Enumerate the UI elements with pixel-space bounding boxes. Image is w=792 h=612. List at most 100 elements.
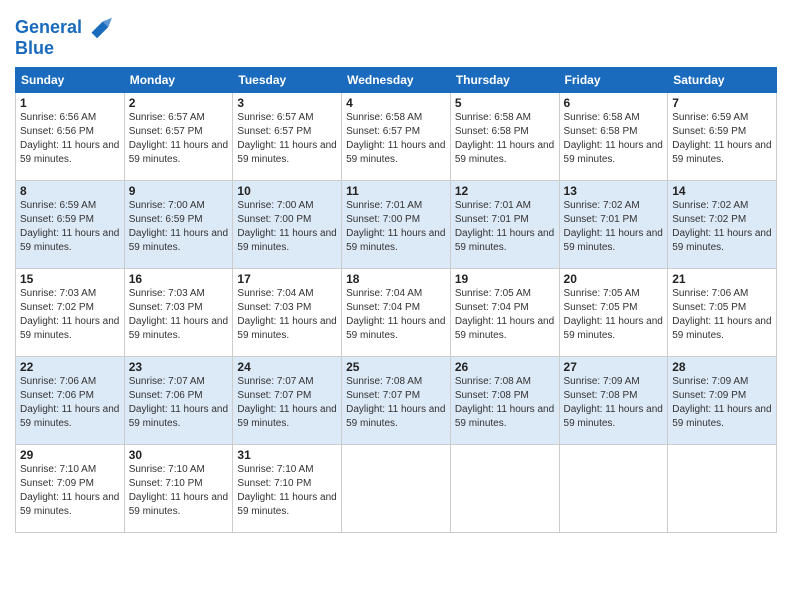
day-number: 1 (20, 96, 120, 110)
day-number: 17 (237, 272, 337, 286)
day-number: 26 (455, 360, 555, 374)
calendar-cell: 14Sunrise: 7:02 AMSunset: 7:02 PMDayligh… (668, 181, 777, 269)
calendar-cell: 13Sunrise: 7:02 AMSunset: 7:01 PMDayligh… (559, 181, 668, 269)
day-detail: Sunrise: 7:09 AMSunset: 7:08 PMDaylight:… (564, 375, 664, 431)
calendar-cell: 25Sunrise: 7:08 AMSunset: 7:07 PMDayligh… (342, 357, 451, 445)
day-detail: Sunrise: 7:03 AMSunset: 7:02 PMDaylight:… (20, 287, 120, 343)
calendar-cell: 1Sunrise: 6:56 AMSunset: 6:56 PMDaylight… (16, 93, 125, 181)
calendar-cell: 22Sunrise: 7:06 AMSunset: 7:06 PMDayligh… (16, 357, 125, 445)
day-number: 14 (672, 184, 772, 198)
calendar-cell: 24Sunrise: 7:07 AMSunset: 7:07 PMDayligh… (233, 357, 342, 445)
logo-icon (84, 14, 112, 42)
day-number: 13 (564, 184, 664, 198)
calendar-week-5: 29Sunrise: 7:10 AMSunset: 7:09 PMDayligh… (16, 445, 777, 533)
day-number: 20 (564, 272, 664, 286)
logo: General Blue (15, 14, 112, 59)
day-number: 19 (455, 272, 555, 286)
day-detail: Sunrise: 7:07 AMSunset: 7:06 PMDaylight:… (129, 375, 229, 431)
calendar-cell: 23Sunrise: 7:07 AMSunset: 7:06 PMDayligh… (124, 357, 233, 445)
day-detail: Sunrise: 7:10 AMSunset: 7:09 PMDaylight:… (20, 463, 120, 519)
day-number: 18 (346, 272, 446, 286)
calendar-cell (668, 445, 777, 533)
day-detail: Sunrise: 6:58 AMSunset: 6:58 PMDaylight:… (564, 111, 664, 167)
weekday-saturday: Saturday (668, 68, 777, 93)
day-detail: Sunrise: 7:02 AMSunset: 7:02 PMDaylight:… (672, 199, 772, 255)
day-number: 28 (672, 360, 772, 374)
day-detail: Sunrise: 7:01 AMSunset: 7:01 PMDaylight:… (455, 199, 555, 255)
weekday-friday: Friday (559, 68, 668, 93)
calendar-cell: 19Sunrise: 7:05 AMSunset: 7:04 PMDayligh… (450, 269, 559, 357)
weekday-monday: Monday (124, 68, 233, 93)
day-detail: Sunrise: 7:01 AMSunset: 7:00 PMDaylight:… (346, 199, 446, 255)
day-detail: Sunrise: 7:07 AMSunset: 7:07 PMDaylight:… (237, 375, 337, 431)
day-detail: Sunrise: 7:00 AMSunset: 6:59 PMDaylight:… (129, 199, 229, 255)
day-detail: Sunrise: 6:56 AMSunset: 6:56 PMDaylight:… (20, 111, 120, 167)
day-detail: Sunrise: 7:00 AMSunset: 7:00 PMDaylight:… (237, 199, 337, 255)
calendar-cell: 17Sunrise: 7:04 AMSunset: 7:03 PMDayligh… (233, 269, 342, 357)
calendar: SundayMondayTuesdayWednesdayThursdayFrid… (15, 67, 777, 533)
calendar-cell: 16Sunrise: 7:03 AMSunset: 7:03 PMDayligh… (124, 269, 233, 357)
day-number: 9 (129, 184, 229, 198)
weekday-header-row: SundayMondayTuesdayWednesdayThursdayFrid… (16, 68, 777, 93)
day-detail: Sunrise: 6:58 AMSunset: 6:58 PMDaylight:… (455, 111, 555, 167)
weekday-thursday: Thursday (450, 68, 559, 93)
logo-text: General (15, 18, 82, 38)
calendar-week-1: 1Sunrise: 6:56 AMSunset: 6:56 PMDaylight… (16, 93, 777, 181)
weekday-wednesday: Wednesday (342, 68, 451, 93)
weekday-sunday: Sunday (16, 68, 125, 93)
calendar-cell: 4Sunrise: 6:58 AMSunset: 6:57 PMDaylight… (342, 93, 451, 181)
day-number: 8 (20, 184, 120, 198)
day-number: 10 (237, 184, 337, 198)
day-detail: Sunrise: 7:05 AMSunset: 7:05 PMDaylight:… (564, 287, 664, 343)
page: General Blue SundayMondayTuesdayWednesda… (0, 0, 792, 612)
day-number: 7 (672, 96, 772, 110)
calendar-cell: 15Sunrise: 7:03 AMSunset: 7:02 PMDayligh… (16, 269, 125, 357)
day-number: 5 (455, 96, 555, 110)
calendar-cell: 20Sunrise: 7:05 AMSunset: 7:05 PMDayligh… (559, 269, 668, 357)
calendar-cell: 31Sunrise: 7:10 AMSunset: 7:10 PMDayligh… (233, 445, 342, 533)
header: General Blue (15, 10, 777, 59)
calendar-cell: 8Sunrise: 6:59 AMSunset: 6:59 PMDaylight… (16, 181, 125, 269)
calendar-cell: 27Sunrise: 7:09 AMSunset: 7:08 PMDayligh… (559, 357, 668, 445)
day-detail: Sunrise: 7:04 AMSunset: 7:03 PMDaylight:… (237, 287, 337, 343)
day-number: 30 (129, 448, 229, 462)
calendar-cell: 5Sunrise: 6:58 AMSunset: 6:58 PMDaylight… (450, 93, 559, 181)
day-number: 29 (20, 448, 120, 462)
day-detail: Sunrise: 7:08 AMSunset: 7:07 PMDaylight:… (346, 375, 446, 431)
day-detail: Sunrise: 7:10 AMSunset: 7:10 PMDaylight:… (237, 463, 337, 519)
calendar-week-4: 22Sunrise: 7:06 AMSunset: 7:06 PMDayligh… (16, 357, 777, 445)
calendar-week-2: 8Sunrise: 6:59 AMSunset: 6:59 PMDaylight… (16, 181, 777, 269)
day-detail: Sunrise: 6:59 AMSunset: 6:59 PMDaylight:… (20, 199, 120, 255)
day-detail: Sunrise: 7:04 AMSunset: 7:04 PMDaylight:… (346, 287, 446, 343)
day-detail: Sunrise: 7:09 AMSunset: 7:09 PMDaylight:… (672, 375, 772, 431)
weekday-tuesday: Tuesday (233, 68, 342, 93)
day-number: 31 (237, 448, 337, 462)
calendar-cell: 21Sunrise: 7:06 AMSunset: 7:05 PMDayligh… (668, 269, 777, 357)
day-number: 24 (237, 360, 337, 374)
calendar-cell: 3Sunrise: 6:57 AMSunset: 6:57 PMDaylight… (233, 93, 342, 181)
day-detail: Sunrise: 6:57 AMSunset: 6:57 PMDaylight:… (237, 111, 337, 167)
day-detail: Sunrise: 6:58 AMSunset: 6:57 PMDaylight:… (346, 111, 446, 167)
calendar-cell: 6Sunrise: 6:58 AMSunset: 6:58 PMDaylight… (559, 93, 668, 181)
calendar-week-3: 15Sunrise: 7:03 AMSunset: 7:02 PMDayligh… (16, 269, 777, 357)
calendar-cell: 9Sunrise: 7:00 AMSunset: 6:59 PMDaylight… (124, 181, 233, 269)
day-detail: Sunrise: 6:59 AMSunset: 6:59 PMDaylight:… (672, 111, 772, 167)
day-number: 2 (129, 96, 229, 110)
calendar-cell: 26Sunrise: 7:08 AMSunset: 7:08 PMDayligh… (450, 357, 559, 445)
day-number: 22 (20, 360, 120, 374)
calendar-cell: 28Sunrise: 7:09 AMSunset: 7:09 PMDayligh… (668, 357, 777, 445)
day-detail: Sunrise: 7:05 AMSunset: 7:04 PMDaylight:… (455, 287, 555, 343)
day-number: 16 (129, 272, 229, 286)
day-detail: Sunrise: 7:06 AMSunset: 7:06 PMDaylight:… (20, 375, 120, 431)
day-number: 3 (237, 96, 337, 110)
calendar-cell: 2Sunrise: 6:57 AMSunset: 6:57 PMDaylight… (124, 93, 233, 181)
day-detail: Sunrise: 7:03 AMSunset: 7:03 PMDaylight:… (129, 287, 229, 343)
calendar-cell: 29Sunrise: 7:10 AMSunset: 7:09 PMDayligh… (16, 445, 125, 533)
day-detail: Sunrise: 7:08 AMSunset: 7:08 PMDaylight:… (455, 375, 555, 431)
day-number: 27 (564, 360, 664, 374)
calendar-cell: 10Sunrise: 7:00 AMSunset: 7:00 PMDayligh… (233, 181, 342, 269)
calendar-cell (450, 445, 559, 533)
day-number: 4 (346, 96, 446, 110)
calendar-cell (559, 445, 668, 533)
calendar-cell (342, 445, 451, 533)
